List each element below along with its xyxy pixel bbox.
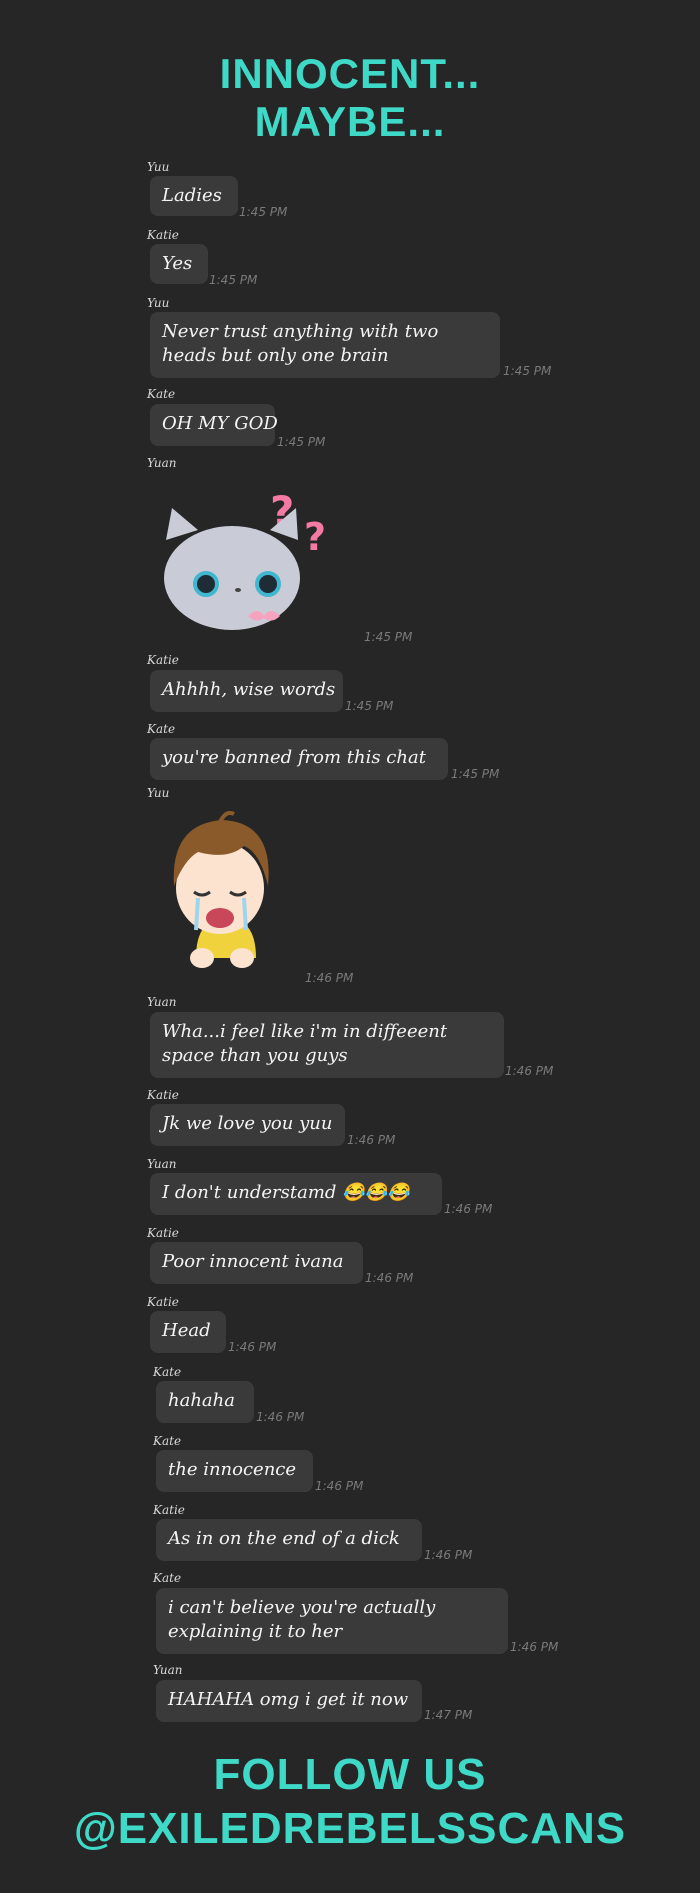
message-timestamp: 1:46 PM bbox=[444, 1202, 493, 1216]
message-bubble[interactable]: Yes bbox=[150, 244, 208, 284]
footer-line-1: FOLLOW US bbox=[213, 1750, 487, 1799]
sender-name: Kate bbox=[153, 1571, 182, 1585]
sender-name: Yuan bbox=[147, 995, 177, 1009]
sender-name: Yuu bbox=[147, 160, 170, 174]
message-bubble[interactable]: As in on the end of a dick bbox=[156, 1519, 422, 1561]
confused-cat-sticker[interactable]: ? ? bbox=[158, 478, 358, 640]
title-line-2: MAYBE... bbox=[254, 98, 446, 145]
message-bubble[interactable]: Head bbox=[150, 1311, 226, 1353]
message-timestamp: 1:46 PM bbox=[365, 1271, 414, 1285]
message-timestamp: 1:47 PM bbox=[424, 1708, 473, 1722]
message-bubble[interactable]: Ladies bbox=[150, 176, 238, 216]
svg-text:?: ? bbox=[304, 515, 326, 559]
message-bubble[interactable]: OH MY GOD bbox=[150, 404, 278, 446]
message-bubble[interactable]: I don't understamd 😂😂😂 bbox=[150, 1173, 442, 1215]
message-timestamp: 1:46 PM bbox=[347, 1133, 396, 1147]
sender-name: Yuu bbox=[147, 296, 170, 310]
message-timestamp: 1:46 PM bbox=[510, 1640, 559, 1654]
message-timestamp: 1:46 PM bbox=[256, 1410, 305, 1424]
message-bubble[interactable]: Ahhhh, wise words bbox=[150, 670, 343, 712]
message-timestamp: 1:45 PM bbox=[239, 205, 288, 219]
message-timestamp: 1:46 PM bbox=[305, 971, 354, 985]
sender-name: Kate bbox=[147, 387, 176, 401]
page-title: INNOCENT... MAYBE... bbox=[0, 50, 700, 146]
message-bubble[interactable]: Jk we love you yuu bbox=[150, 1104, 345, 1146]
sender-name: Yuan bbox=[147, 1157, 177, 1171]
footer-banner: FOLLOW US @EXILEDREBELSSCANS bbox=[0, 1748, 700, 1856]
sender-name: Kate bbox=[153, 1365, 182, 1379]
sender-name: Yuan bbox=[153, 1663, 183, 1677]
message-timestamp: 1:45 PM bbox=[451, 767, 500, 781]
sender-name: Katie bbox=[147, 1295, 179, 1309]
sender-name: Kate bbox=[153, 1434, 182, 1448]
message-bubble[interactable]: i can't believe you're actually explainin… bbox=[156, 1588, 508, 1654]
message-bubble[interactable]: Never trust anything with two heads but o… bbox=[150, 312, 500, 378]
sender-name: Katie bbox=[147, 653, 179, 667]
message-timestamp: 1:45 PM bbox=[345, 699, 394, 713]
sender-name: Katie bbox=[147, 1226, 179, 1240]
message-timestamp: 1:46 PM bbox=[424, 1548, 473, 1562]
sender-name: Yuan bbox=[147, 456, 177, 470]
message-bubble[interactable]: hahaha bbox=[156, 1381, 254, 1423]
message-timestamp: 1:45 PM bbox=[503, 364, 552, 378]
sender-name: Katie bbox=[147, 228, 179, 242]
message-timestamp: 1:45 PM bbox=[209, 273, 258, 287]
sender-name: Katie bbox=[153, 1503, 185, 1517]
sender-name: Yuu bbox=[147, 786, 170, 800]
message-bubble[interactable]: the innocence bbox=[156, 1450, 313, 1492]
title-line-1: INNOCENT... bbox=[219, 50, 481, 97]
sender-name: Katie bbox=[147, 1088, 179, 1102]
message-bubble[interactable]: you're banned from this chat bbox=[150, 738, 448, 780]
footer-line-2: @EXILEDREBELSSCANS bbox=[73, 1804, 627, 1853]
crying-boy-sticker[interactable] bbox=[160, 808, 290, 978]
sender-name: Kate bbox=[147, 722, 176, 736]
message-bubble[interactable]: Poor innocent ivana bbox=[150, 1242, 363, 1284]
message-timestamp: 1:46 PM bbox=[505, 1064, 554, 1078]
message-timestamp: 1:46 PM bbox=[315, 1479, 364, 1493]
message-timestamp: 1:46 PM bbox=[228, 1340, 277, 1354]
message-timestamp: 1:45 PM bbox=[277, 435, 326, 449]
message-bubble[interactable]: HAHAHA omg i get it now bbox=[156, 1680, 422, 1722]
message-timestamp: 1:45 PM bbox=[364, 630, 413, 644]
message-bubble[interactable]: Wha...i feel like i'm in diffeeent space … bbox=[150, 1012, 504, 1078]
